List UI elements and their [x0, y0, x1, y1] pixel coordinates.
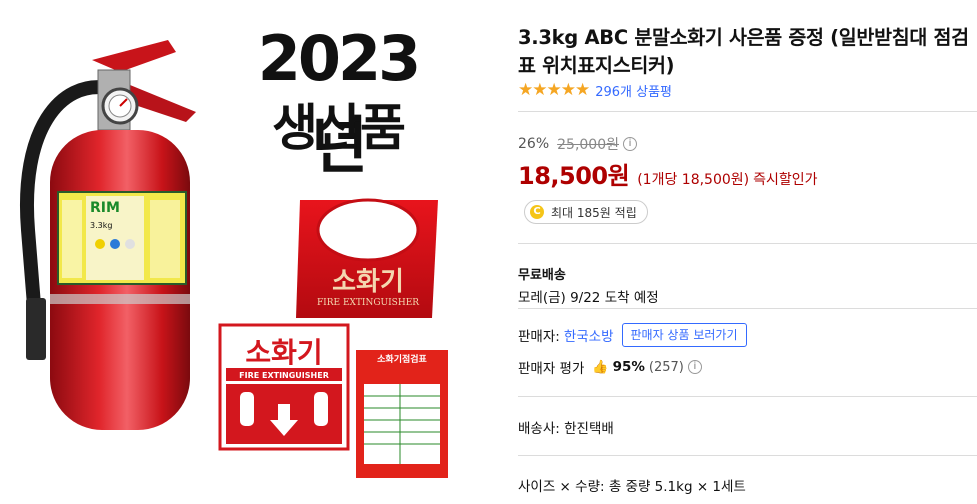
- seller-store-button[interactable]: 판매자 상품 보러가기: [621, 323, 747, 347]
- product-info-panel: 3.3kg ABC 분말소화기 사은품 증정 (일반받침대 점검표 위치표지스티…: [518, 0, 977, 504]
- unit-price: (1개당 18,500원): [637, 172, 750, 188]
- reward-chip[interactable]: C 최대 185원 적립: [524, 200, 648, 224]
- info-icon[interactable]: i: [687, 360, 702, 374]
- original-price: 25,000원: [557, 137, 619, 153]
- seller-rating-label: 판매자 평가: [518, 361, 585, 377]
- thumbs-up-icon: 👍: [592, 359, 609, 375]
- svg-text:소화기: 소화기: [332, 267, 404, 297]
- stand-hole: [316, 198, 420, 262]
- shipping-eta: 모레(금) 9/22 도착 예정: [518, 290, 659, 306]
- svg-text:FIRE EXTINGUISHER: FIRE EXTINGUISHER: [239, 371, 329, 380]
- review-count-link[interactable]: 296개 상품평: [595, 81, 672, 100]
- price-row: 18,500원 (1개당 18,500원) 즉시할인가: [518, 156, 818, 191]
- product-image[interactable]: RIM 3.3kg 소화기 FIRE EXTINGUISHER 소화기 FIRE…: [0, 0, 505, 504]
- divider: [518, 455, 977, 456]
- rating-row[interactable]: ★★★★★ 296개 상품평: [518, 80, 672, 100]
- svg-text:3.3kg: 3.3kg: [90, 221, 112, 230]
- info-icon[interactable]: i: [623, 137, 637, 151]
- divider: [518, 111, 977, 112]
- seller-label: 판매자:: [518, 329, 560, 345]
- star-rating-icon: ★★★★★: [518, 80, 590, 100]
- svg-text:RIM: RIM: [90, 200, 120, 216]
- product-title: 3.3kg ABC 분말소화기 사은품 증정 (일반받침대 점검표 위치표지스티…: [518, 26, 969, 77]
- hose-nozzle: [26, 298, 46, 360]
- shipping-label: 무료배송: [518, 268, 566, 283]
- seller-row: 판매자: 한국소방 판매자 상품 보러가기: [518, 323, 747, 347]
- discount-row: 26% 25,000원 i: [518, 134, 637, 154]
- headline-made: 생산품: [272, 99, 406, 157]
- seller-name-link[interactable]: 한국소방: [564, 325, 614, 345]
- sale-price: 18,500원: [518, 162, 630, 190]
- divider: [518, 396, 977, 397]
- divider: [518, 308, 977, 309]
- discount-rate: 26%: [518, 136, 550, 152]
- reward-text: 최대 185원 적립: [551, 205, 637, 220]
- svg-text:소화기: 소화기: [245, 336, 322, 369]
- top-lever: [92, 40, 176, 72]
- option-row[interactable]: 사이즈 × 수량: 총 중량 5.1kg × 1세트: [518, 475, 746, 495]
- svg-text:소화기점검표: 소화기점검표: [377, 353, 427, 365]
- seller-rating-row: 판매자 평가 👍 95% (257) i: [518, 357, 702, 377]
- seller-rating-pct: 95%: [612, 359, 645, 375]
- instant-discount-label: 즉시할인가: [753, 172, 818, 188]
- seller-rating-count: (257): [648, 359, 684, 375]
- divider: [518, 243, 977, 244]
- carrier: 배송사: 한진택배: [518, 421, 614, 437]
- svg-text:FIRE EXTINGUISHER: FIRE EXTINGUISHER: [317, 298, 419, 308]
- coin-icon: C: [530, 205, 544, 219]
